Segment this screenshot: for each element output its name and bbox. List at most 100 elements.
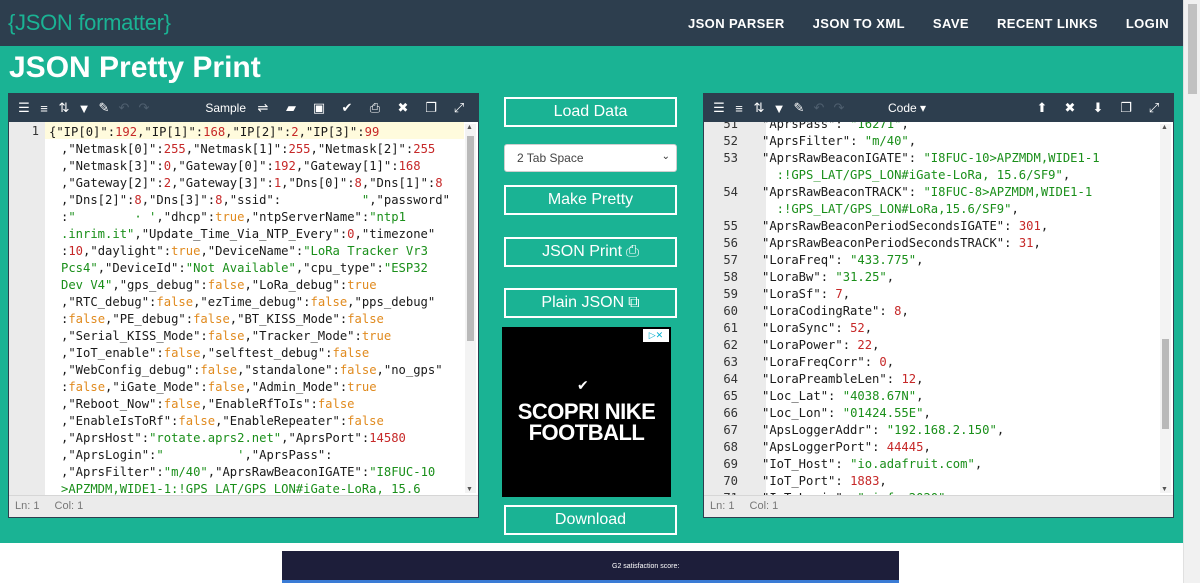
indent-select[interactable]: 2 Tab Space ⌄ [504,144,677,172]
redo-icon[interactable]: ↷ [135,100,153,116]
nav-save[interactable]: SAVE [933,16,969,31]
code-line[interactable]: ,"Serial_KISS_Mode":false,"Tracker_Mode"… [61,328,391,345]
download-button[interactable]: Download [504,505,677,535]
code-line[interactable]: Pcs4","DeviceId":"Not Available","cpu_ty… [61,260,428,277]
open-folder-icon[interactable]: ▰ [282,100,300,116]
site-logo[interactable]: {JSON formatter} [8,10,171,36]
nike-advertisement[interactable]: ▷✕ ✔ SCOPRI NIKE FOOTBALL [502,327,671,497]
code-line[interactable]: :" · ',"dhcp":true,"ntpServerName":"ntp1 [61,209,406,226]
mode-dropdown[interactable]: Code ▾ [888,101,926,115]
filter-icon[interactable]: ▼ [770,101,788,116]
clear-x-icon[interactable]: ✖ [1061,100,1079,116]
code-line[interactable]: :false,"iGate_Mode":false,"Admin_Mode":t… [61,379,377,396]
code-line[interactable]: ,"RTC_debug":false,"ezTime_debug":false,… [61,294,435,311]
scroll-up-icon[interactable]: ▲ [1161,124,1168,131]
code-line[interactable]: ,"EnableIsToRf":false,"EnableRepeater":f… [61,413,384,430]
code-line[interactable]: 60 "LoraCodingRate": 8, [704,303,1164,320]
code-line[interactable]: ,"IoT_enable":false,"selftest_debug":fal… [61,345,369,362]
code-line[interactable]: 54 "AprsRawBeaconTRACK": "I8FUC-8>APZMDM,… [704,184,1164,201]
code-line[interactable]: .inrim.it","Update_Time_Via_NTP_Every":0… [61,226,435,243]
undo-icon[interactable]: ↶ [810,100,828,116]
nav-login[interactable]: LOGIN [1126,16,1169,31]
input-editor-scrollbar[interactable]: ▲ ▼ [465,124,476,493]
repair-wrench-icon[interactable]: ✎ [790,100,808,116]
code-line[interactable]: :!GPS_LAT/GPS_LON#iGate-LoRa, 15.6/SF9", [704,167,1164,184]
make-pretty-button[interactable]: Make Pretty [504,185,677,215]
code-line[interactable]: 56 "AprsRawBeaconPeriodSecondsTRACK": 31, [704,235,1164,252]
code-line[interactable]: 65 "Loc_Lat": "4038.67N", [704,388,1164,405]
code-line[interactable]: ,"Netmask[3]":0,"Gateway[0]":192,"Gatewa… [61,158,421,175]
code-line[interactable]: ,"AprsLogin":" ',"AprsPass": [61,447,333,464]
scroll-down-icon[interactable]: ▼ [1161,486,1168,493]
code-line[interactable]: 62 "LoraPower": 22, [704,337,1164,354]
code-line[interactable]: 67 "ApsLoggerAddr": "192.168.2.150", [704,422,1164,439]
code-line[interactable]: :false,"PE_debug":false,"BT_KISS_Mode":f… [61,311,384,328]
code-line[interactable]: 53 "AprsRawBeaconIGATE": "I8FUC-10>APZMDM… [704,150,1164,167]
output-editor[interactable]: ☰ ≡ ⇅ ▼ ✎ ↶ ↷ Code ▾ ⬆ ✖ ⬇ ❐ ⤢ 51 "AprsPa… [703,93,1174,518]
code-line[interactable]: 57 "LoraFreq": "433.775", [704,252,1164,269]
code-line[interactable]: 69 "IoT_Host": "io.adafruit.com", [704,456,1164,473]
output-editor-scrollbar[interactable]: ▲ ▼ [1160,124,1171,493]
sort-icon[interactable]: ⇅ [750,100,768,116]
fullscreen-icon[interactable]: ⤢ [450,100,468,116]
code-line[interactable]: 55 "AprsRawBeaconPeriodSecondsIGATE": 301… [704,218,1164,235]
code-line[interactable]: :10,"daylight":true,"DeviceName":"LoRa T… [61,243,428,260]
filter-icon[interactable]: ▼ [75,101,93,116]
compact-icon[interactable]: ≡ [730,101,748,116]
code-line[interactable]: ,"Dns[2]":8,"Dns[3]":8,"ssid": ","passwo… [61,192,450,209]
code-line[interactable]: ,"Netmask[0]":255,"Netmask[1]":255,"Netm… [61,141,435,158]
adchoices-icon[interactable]: ▷✕ [643,329,669,342]
fullscreen-icon[interactable]: ⤢ [1145,100,1163,116]
code-line[interactable]: Dev V4","gps_debug":false,"LoRa_debug":t… [61,277,377,294]
copy-icon[interactable]: ❐ [422,100,440,116]
code-line[interactable]: ,"Reboot_Now":false,"EnableRfToIs":false [61,396,355,413]
code-line[interactable]: ,"WebConfig_debug":false,"standalone":fa… [61,362,443,379]
code-line[interactable]: 58 "LoraBw": "31.25", [704,269,1164,286]
upload-icon[interactable]: ⬆ [1033,100,1051,116]
nav-json-parser[interactable]: JSON PARSER [688,16,785,31]
format-icon[interactable]: ☰ [710,100,728,116]
code-line[interactable]: 63 "LoraFreqCorr": 0, [704,354,1164,371]
nav-json-to-xml[interactable]: JSON TO XML [813,16,905,31]
format-icon[interactable]: ☰ [15,100,33,116]
input-editor-body[interactable]: 1 {"IP[0]":192,"IP[1]":168,"IP[2]":2,"IP… [9,122,478,495]
plain-json-button[interactable]: Plain JSON ⧉ [504,288,677,318]
window-scrollbar[interactable] [1183,0,1200,583]
bottom-banner-ad[interactable]: G2 satisfaction score: [282,551,899,583]
sort-icon[interactable]: ⇅ [55,100,73,116]
scroll-up-icon[interactable]: ▲ [466,124,473,131]
validate-check-icon[interactable]: ✔ [338,100,356,116]
redo-icon[interactable]: ↷ [830,100,848,116]
scroll-down-icon[interactable]: ▼ [466,486,473,493]
window-scrollbar-thumb[interactable] [1188,4,1197,94]
code-line[interactable]: 52 "AprsFilter": "m/40", [704,133,1164,150]
code-line[interactable]: 51 "AprsPass": "16271", [704,122,1164,133]
repair-wrench-icon[interactable]: ✎ [95,100,113,116]
load-data-button[interactable]: Load Data [504,97,677,127]
code-line[interactable]: 59 "LoraSf": 7, [704,286,1164,303]
download-icon[interactable]: ⬇ [1089,100,1107,116]
code-line[interactable]: {"IP[0]":192,"IP[1]":168,"IP[2]":2,"IP[3… [49,124,379,141]
code-line[interactable]: ,"AprsFilter":"m/40","AprsRawBeaconIGATE… [61,464,435,481]
sample-button[interactable]: Sample [205,101,246,115]
input-editor[interactable]: ☰ ≡ ⇅ ▼ ✎ ↶ ↷ Sample ⇌ ▰ ▣ ✔ ⎙ ✖ ❐ ⤢ 1 {… [8,93,479,518]
copy-icon[interactable]: ❐ [1117,100,1135,116]
code-line[interactable]: 61 "LoraSync": 52, [704,320,1164,337]
scrollbar-thumb[interactable] [467,136,474,341]
nav-recent-links[interactable]: RECENT LINKS [997,16,1098,31]
scrollbar-thumb[interactable] [1162,339,1169,429]
code-line[interactable]: 66 "Loc_Lon": "01424.55E", [704,405,1164,422]
output-editor-body[interactable]: 51 "AprsPass": "16271", 52 "AprsFilter": "m… [704,122,1173,495]
print-icon[interactable]: ⎙ [366,100,384,116]
compact-icon[interactable]: ≡ [35,101,53,116]
code-line[interactable]: 70 "IoT_Port": 1883, [704,473,1164,490]
json-print-button[interactable]: JSON Print ⎙ [504,237,677,267]
code-line[interactable]: ,"Gateway[2]":2,"Gateway[3]":1,"Dns[0]":… [61,175,443,192]
code-line[interactable]: ,"AprsHost":"rotate.aprs2.net","AprsPort… [61,430,406,447]
undo-icon[interactable]: ↶ [115,100,133,116]
code-line[interactable]: 64 "LoraPreambleLen": 12, [704,371,1164,388]
code-line[interactable]: :!GPS_LAT/GPS_LON#LoRa,15.6/SF9", [704,201,1164,218]
share-icon[interactable]: ⇌ [254,100,272,116]
save-disk-icon[interactable]: ▣ [310,100,328,116]
clear-x-icon[interactable]: ✖ [394,100,412,116]
